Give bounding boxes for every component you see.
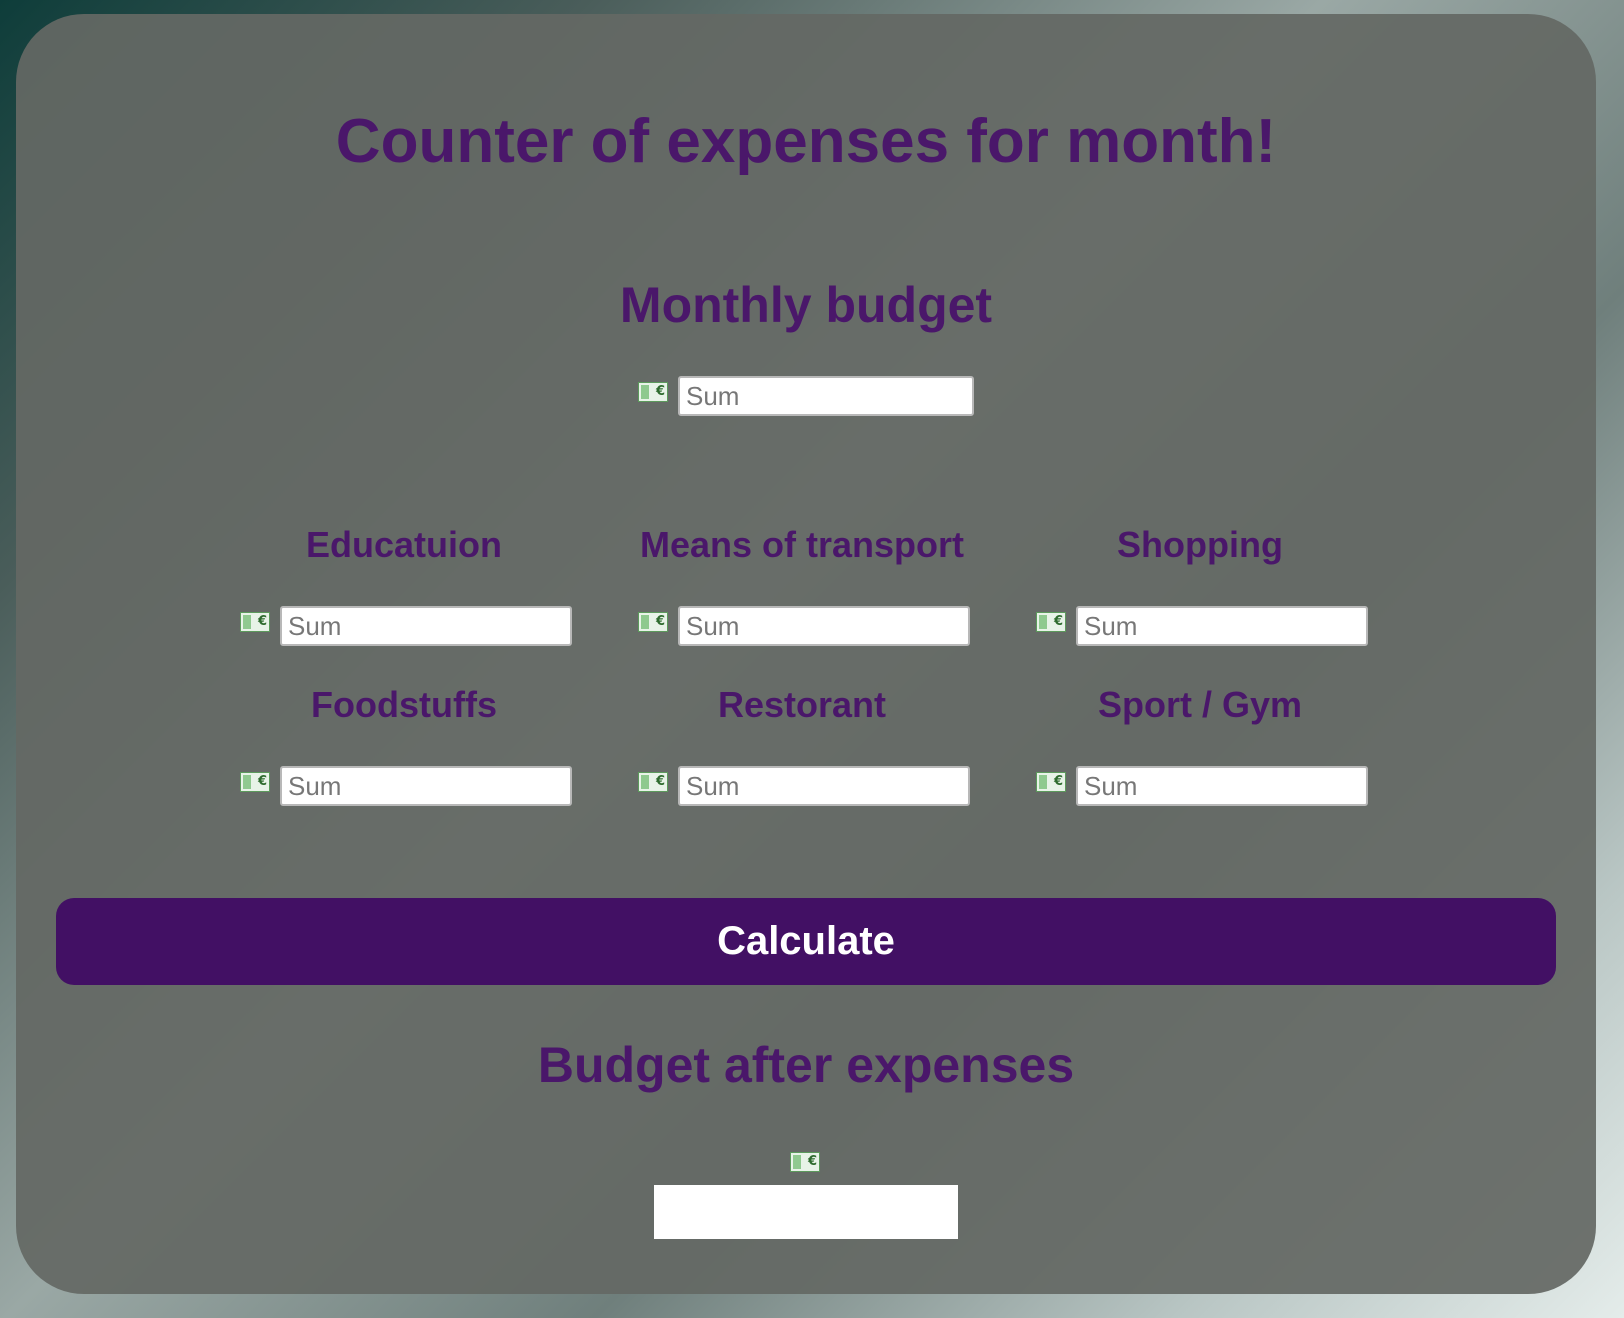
money-icon <box>1036 772 1066 792</box>
money-icon <box>1036 612 1066 632</box>
result-output <box>654 1185 958 1239</box>
calculator-panel: Counter of expenses for month! Monthly b… <box>16 14 1596 1294</box>
money-icon <box>638 772 668 792</box>
monthly-budget-input[interactable] <box>678 376 974 416</box>
transport-input[interactable] <box>678 606 970 646</box>
money-icon <box>240 772 270 792</box>
calculate-button[interactable]: Calculate <box>56 898 1556 985</box>
money-icon <box>638 382 668 402</box>
category-label-sport-gym: Sport / Gym <box>1097 684 1303 725</box>
category-label-restaurant: Restorant <box>717 684 887 725</box>
sport-gym-input[interactable] <box>1076 766 1368 806</box>
page-title: Counter of expenses for month! <box>335 107 1277 176</box>
shopping-input[interactable] <box>1076 606 1368 646</box>
foodstuffs-input[interactable] <box>280 766 572 806</box>
money-icon <box>638 612 668 632</box>
money-icon <box>790 1152 820 1172</box>
category-label-transport: Means of transport <box>639 524 965 565</box>
category-label-foodstuffs: Foodstuffs <box>311 684 497 725</box>
education-input[interactable] <box>280 606 572 646</box>
budget-after-expenses-heading: Budget after expenses <box>537 1037 1075 1093</box>
restaurant-input[interactable] <box>678 766 970 806</box>
category-label-education: Educatuion <box>306 524 502 565</box>
money-icon <box>240 612 270 632</box>
monthly-budget-heading: Monthly budget <box>619 277 993 333</box>
category-label-shopping: Shopping <box>1117 524 1283 565</box>
